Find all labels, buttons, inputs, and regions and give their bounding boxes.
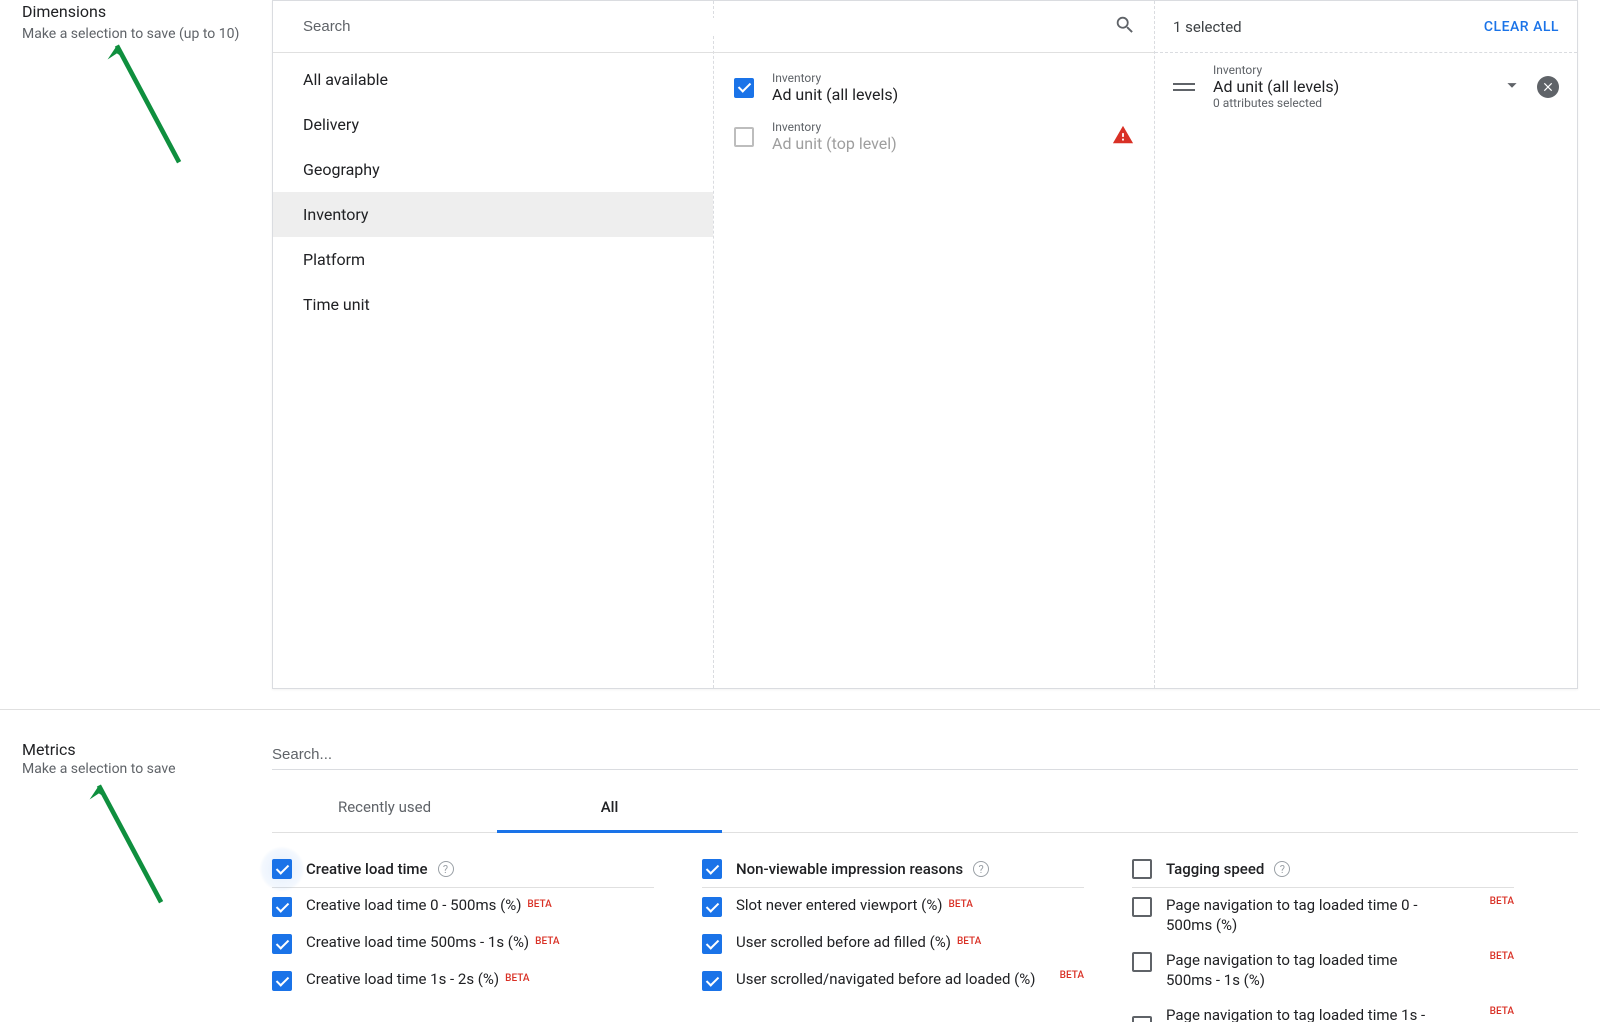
- warning-icon: [1112, 124, 1134, 150]
- category-time-unit[interactable]: Time unit: [273, 282, 713, 327]
- metric-label: User scrolled/navigated before ad loaded…: [736, 970, 1035, 990]
- category-geography[interactable]: Geography: [273, 147, 713, 192]
- checkbox-icon[interactable]: [1132, 1016, 1152, 1022]
- option-category: Inventory: [772, 71, 898, 85]
- option-ad-unit-all-levels[interactable]: Inventory Ad unit (all levels): [714, 63, 1154, 112]
- beta-badge: BETA: [527, 899, 551, 910]
- metric-item[interactable]: Page navigation to tag loaded time 1s - …: [1132, 998, 1514, 1022]
- checkbox-icon[interactable]: [272, 934, 292, 954]
- category-platform[interactable]: Platform: [273, 237, 713, 282]
- metric-label: Creative load time 0 - 500ms (%): [306, 896, 521, 916]
- remove-icon[interactable]: [1537, 76, 1559, 98]
- checkbox-icon[interactable]: [734, 78, 754, 98]
- metrics-search-input[interactable]: [272, 740, 1578, 770]
- dimensions-panel: All available Delivery Geography Invento…: [272, 0, 1578, 689]
- beta-badge: BETA: [1490, 951, 1514, 962]
- metric-label: User scrolled before ad filled (%): [736, 933, 951, 953]
- metrics-title: Metrics: [22, 740, 252, 759]
- tab-recently-used[interactable]: Recently used: [272, 782, 497, 832]
- metric-item[interactable]: User scrolled before ad filled (%) BETA: [702, 925, 1084, 962]
- drag-handle-icon[interactable]: [1173, 83, 1195, 91]
- category-inventory[interactable]: Inventory: [273, 192, 713, 237]
- metric-label: Creative load time 500ms - 1s (%): [306, 933, 529, 953]
- clear-all-button[interactable]: CLEAR ALL: [1484, 19, 1559, 35]
- option-category: Inventory: [772, 120, 897, 134]
- option-label: Ad unit (top level): [772, 134, 897, 153]
- checkbox-icon[interactable]: [702, 897, 722, 917]
- selected-category: Inventory: [1213, 63, 1491, 77]
- category-all-available[interactable]: All available: [273, 57, 713, 102]
- tab-all[interactable]: All: [497, 782, 722, 832]
- category-delivery[interactable]: Delivery: [273, 102, 713, 147]
- option-label: Ad unit (all levels): [772, 85, 898, 104]
- checkbox-icon[interactable]: [702, 934, 722, 954]
- metric-item[interactable]: Page navigation to tag loaded time 500ms…: [1132, 943, 1514, 998]
- checkbox-icon[interactable]: [272, 971, 292, 991]
- metric-label: Slot never entered viewport (%): [736, 896, 943, 916]
- metric-item[interactable]: Creative load time 500ms - 1s (%) BETA: [272, 925, 654, 962]
- selected-label: Ad unit (all levels): [1213, 77, 1491, 96]
- option-ad-unit-top-level[interactable]: Inventory Ad unit (top level): [714, 112, 1154, 161]
- group-title: Tagging speed: [1166, 860, 1264, 878]
- group-title: Non-viewable impression reasons: [736, 860, 963, 878]
- metric-label: Page navigation to tag loaded time 1s - …: [1166, 1006, 1436, 1022]
- checkbox-icon[interactable]: [1132, 952, 1152, 972]
- metric-group-non-viewable[interactable]: Non-viewable impression reasons ?: [702, 851, 1084, 888]
- metric-item[interactable]: Creative load time 1s - 2s (%) BETA: [272, 962, 654, 999]
- metric-group-creative-load-time[interactable]: Creative load time ?: [272, 851, 654, 888]
- checkbox-icon[interactable]: [734, 127, 754, 147]
- beta-badge: BETA: [535, 936, 559, 947]
- metric-label: Creative load time 1s - 2s (%): [306, 970, 499, 990]
- beta-badge: BETA: [505, 973, 529, 984]
- checkbox-icon[interactable]: [702, 971, 722, 991]
- checkbox-icon[interactable]: [272, 897, 292, 917]
- beta-badge: BETA: [1490, 1006, 1514, 1017]
- selected-item[interactable]: Inventory Ad unit (all levels) 0 attribu…: [1155, 53, 1577, 120]
- chevron-down-icon[interactable]: [1501, 74, 1523, 100]
- help-icon[interactable]: ?: [1274, 861, 1290, 877]
- metric-label: Page navigation to tag loaded time 500ms…: [1166, 951, 1436, 990]
- beta-badge: BETA: [949, 899, 973, 910]
- metric-item[interactable]: Slot never entered viewport (%) BETA: [702, 888, 1084, 925]
- metric-item[interactable]: Creative load time 0 - 500ms (%) BETA: [272, 888, 654, 925]
- checkbox-icon[interactable]: [1132, 859, 1152, 879]
- metric-label: Page navigation to tag loaded time 0 - 5…: [1166, 896, 1436, 935]
- metric-item[interactable]: User scrolled/navigated before ad loaded…: [702, 962, 1084, 999]
- beta-badge: BETA: [957, 936, 981, 947]
- metric-item[interactable]: Page navigation to tag loaded time 0 - 5…: [1132, 888, 1514, 943]
- metric-group-tagging-speed[interactable]: Tagging speed ?: [1132, 851, 1514, 888]
- beta-badge: BETA: [1060, 970, 1084, 981]
- checkbox-icon[interactable]: [702, 859, 722, 879]
- annotation-arrow-icon: [60, 770, 200, 910]
- dimensions-title: Dimensions: [22, 2, 252, 21]
- help-icon[interactable]: ?: [973, 861, 989, 877]
- help-icon[interactable]: ?: [438, 861, 454, 877]
- dimensions-subtitle: Make a selection to save (up to 10): [22, 25, 252, 45]
- group-title: Creative load time: [306, 860, 428, 878]
- beta-badge: BETA: [1490, 896, 1514, 907]
- checkbox-icon[interactable]: [1132, 897, 1152, 917]
- selected-sub: 0 attributes selected: [1213, 96, 1491, 110]
- selected-count: 1 selected: [1173, 18, 1242, 36]
